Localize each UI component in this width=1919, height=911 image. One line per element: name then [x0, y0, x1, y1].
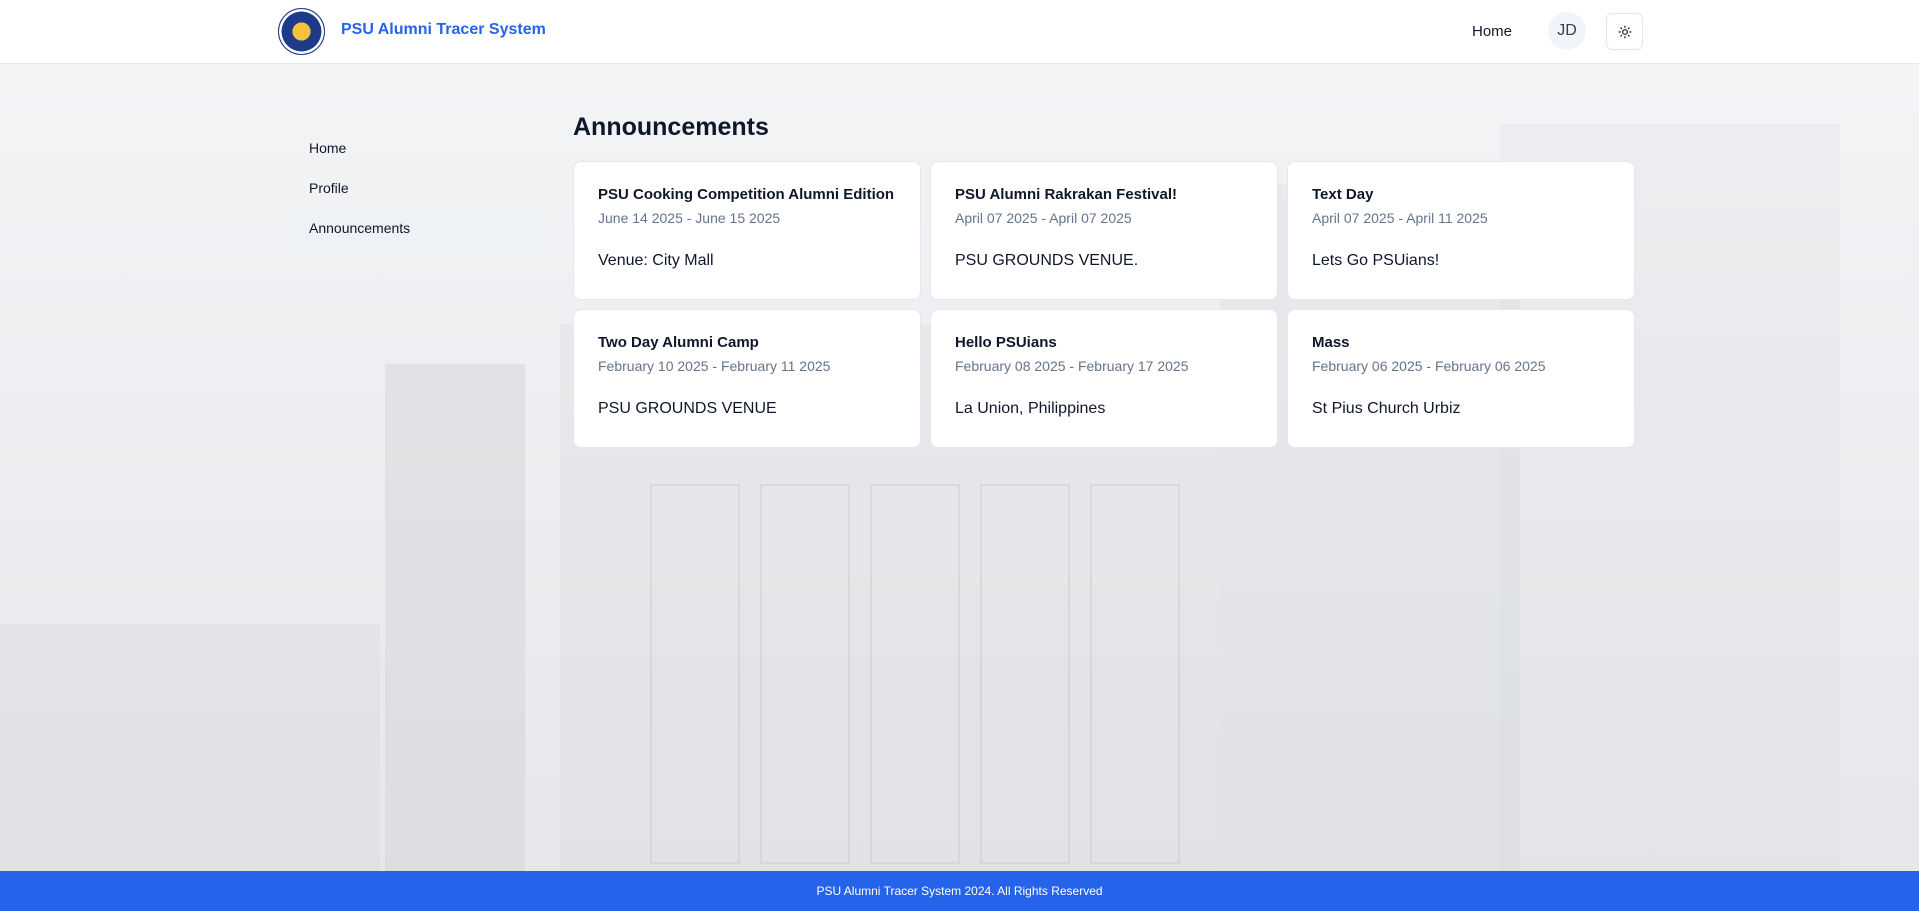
announcement-venue: Lets Go PSUians!	[1312, 252, 1440, 269]
announcement-date: April 07 2025 - April 11 2025	[1312, 210, 1488, 226]
footer: PSU Alumni Tracer System 2024. All Right…	[0, 871, 1919, 911]
announcement-title: PSU Cooking Competition Alumni Edition	[598, 186, 895, 203]
announcement-card[interactable]: Two Day Alumni Camp February 10 2025 - F…	[573, 309, 921, 448]
page-title: Announcements	[573, 113, 769, 141]
nav-home-link[interactable]: Home	[1472, 23, 1512, 40]
sun-icon	[1618, 25, 1631, 38]
announcement-title: Hello PSUians	[955, 334, 1057, 351]
announcement-title: Mass	[1312, 334, 1350, 351]
announcement-venue: La Union, Philippines	[955, 400, 1106, 417]
announcement-date: February 06 2025 - February 06 2025	[1312, 358, 1546, 374]
sidebar-item-home[interactable]: Home	[293, 130, 533, 166]
announcement-title: PSU Alumni Rakrakan Festival!	[955, 186, 1178, 203]
announcement-title: Text Day	[1312, 186, 1374, 203]
announcement-card[interactable]: PSU Alumni Rakrakan Festival! April 07 2…	[930, 161, 1278, 300]
theme-toggle-button[interactable]	[1606, 13, 1643, 50]
sidebar: Home Profile Announcements	[293, 130, 533, 250]
brand-title[interactable]: PSU Alumni Tracer System	[341, 21, 546, 39]
top-navbar: PSU Alumni Tracer System Home JD	[0, 0, 1919, 64]
announcement-date: April 07 2025 - April 07 2025	[955, 210, 1132, 226]
user-avatar[interactable]: JD	[1548, 12, 1586, 50]
announcement-date: February 10 2025 - February 11 2025	[598, 358, 831, 374]
sidebar-item-announcements[interactable]: Announcements	[293, 210, 533, 246]
announcement-card[interactable]: PSU Cooking Competition Alumni Edition J…	[573, 161, 921, 300]
announcement-title: Two Day Alumni Camp	[598, 334, 759, 351]
footer-text: PSU Alumni Tracer System 2024. All Right…	[816, 884, 1103, 898]
announcements-grid: PSU Cooking Competition Alumni Edition J…	[573, 161, 1635, 448]
announcement-venue: PSU GROUNDS VENUE.	[955, 252, 1139, 269]
announcement-date: February 08 2025 - February 17 2025	[955, 358, 1189, 374]
announcement-card[interactable]: Text Day April 07 2025 - April 11 2025 L…	[1287, 161, 1635, 300]
sidebar-item-profile[interactable]: Profile	[293, 170, 533, 206]
announcement-venue: Venue: City Mall	[598, 252, 714, 269]
announcement-venue: PSU GROUNDS VENUE	[598, 400, 777, 417]
psu-logo[interactable]	[278, 8, 325, 55]
announcement-date: June 14 2025 - June 15 2025	[598, 210, 781, 226]
announcement-card[interactable]: Hello PSUians February 08 2025 - Februar…	[930, 309, 1278, 448]
announcement-card[interactable]: Mass February 06 2025 - February 06 2025…	[1287, 309, 1635, 448]
announcement-venue: St Pius Church Urbiz	[1312, 400, 1461, 417]
